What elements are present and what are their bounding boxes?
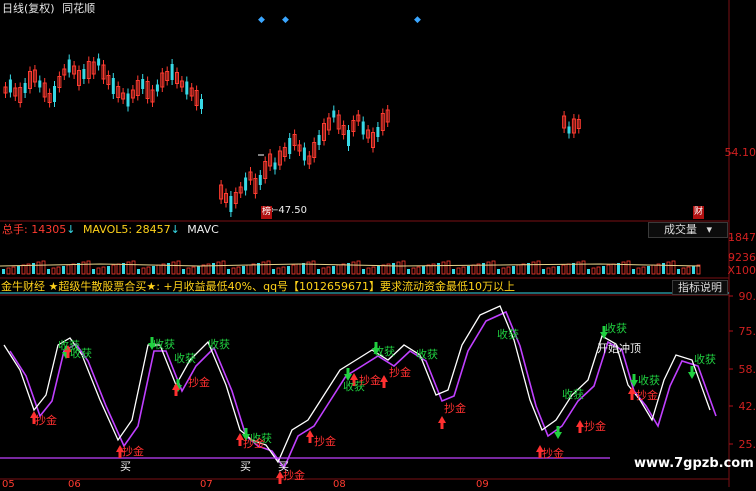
volume-axis-mid: 9236 [728, 251, 756, 264]
volume-axis-unit: X100 [727, 264, 756, 277]
x-axis-label: 08 [333, 479, 346, 490]
signal-label-harvest: 收获 [605, 322, 627, 335]
volume-indicator-dropdown[interactable]: 成交量 ▾ [648, 222, 728, 238]
indicator-name: 金牛财经 [1, 280, 45, 293]
signal-label-harvest: 收获 [373, 345, 395, 358]
mavol5-value: 28457 [135, 223, 171, 236]
indicator-axis-58: 58. [738, 363, 756, 376]
signal-label-gold: 抄金 [584, 420, 606, 433]
indicator-axis-75: 75. [738, 325, 756, 338]
signal-label-harvest: 收获 [208, 338, 230, 351]
watermark: www.7gpzb.com [634, 456, 754, 471]
indicator-axis-42: 42. [738, 400, 756, 413]
dropdown-label: 成交量 [663, 223, 697, 236]
x-axis-label: 05 [2, 479, 15, 490]
volume-legend: 总手: 14305↓ MAVOL5: 28457↓ MAVC [2, 223, 219, 236]
chart-canvas [0, 0, 733, 487]
signal-label-harvest: 收获 [153, 338, 175, 351]
signal-label-harvest: 收获 [174, 352, 196, 365]
signal-label-gold: 抄金 [122, 445, 144, 458]
signal-label-harvest: 收获 [70, 347, 92, 360]
signal-label-gold: 抄金 [542, 447, 564, 460]
total-volume-value: 14305 [31, 223, 67, 236]
x-axis-label: 06 [68, 479, 81, 490]
signal-label-buy: 买 [278, 460, 289, 473]
signal-label-peak: 开始冲顶 [597, 342, 641, 355]
signal-label-buy: 买 [240, 460, 251, 473]
total-volume-label: 总手: [2, 223, 28, 236]
mavol-more: MAVC [187, 223, 219, 236]
signal-label-gold: 抄金 [636, 389, 658, 402]
signal-label-harvest: 收获 [416, 348, 438, 361]
signal-label-harvest: 收获 [694, 353, 716, 366]
signal-label-gold: 抄金 [243, 437, 265, 450]
volume-axis-top: 1847 [728, 231, 756, 244]
signal-label-gold: 抄金 [444, 402, 466, 415]
volume-bars [0, 260, 701, 275]
indicator-legend: 金牛财经 ★超级牛散股票合买★: +月收益最低40%、qq号【101265967… [1, 280, 515, 293]
low-tag-badge[interactable]: 榜 [261, 206, 273, 219]
signal-label-harvest: 收获 [562, 388, 584, 401]
signal-label-gold: 抄金 [314, 435, 336, 448]
x-axis-label: 07 [200, 479, 213, 490]
signal-label-gold: 抄金 [188, 376, 210, 389]
signal-label-gold: 抄金 [35, 414, 57, 427]
chevron-down-icon: ▾ [706, 223, 713, 236]
signal-label-harvest: 收获 [638, 374, 660, 387]
signal-label-buy: 买 [120, 460, 131, 473]
signal-label-harvest: 收获 [497, 328, 519, 341]
indicator-axis-90: 90. [738, 290, 756, 303]
indicator-axis-25: 25. [738, 438, 756, 451]
signal-label-gold: 抄金 [389, 366, 411, 379]
low-price-marker: ←47.50 [270, 205, 308, 216]
price-axis-label: 54.10 [724, 146, 756, 159]
x-axis-label: 09 [476, 479, 489, 490]
indicator-description: ★超级牛散股票合买★: +月收益最低40%、qq号【1012659671】要求流… [48, 280, 516, 293]
finance-tag-badge[interactable]: 财 [693, 206, 705, 219]
price-candles [3, 53, 581, 217]
mavol5-label: MAVOL5: [82, 223, 133, 236]
signal-label-gold: 抄金 [359, 374, 381, 387]
